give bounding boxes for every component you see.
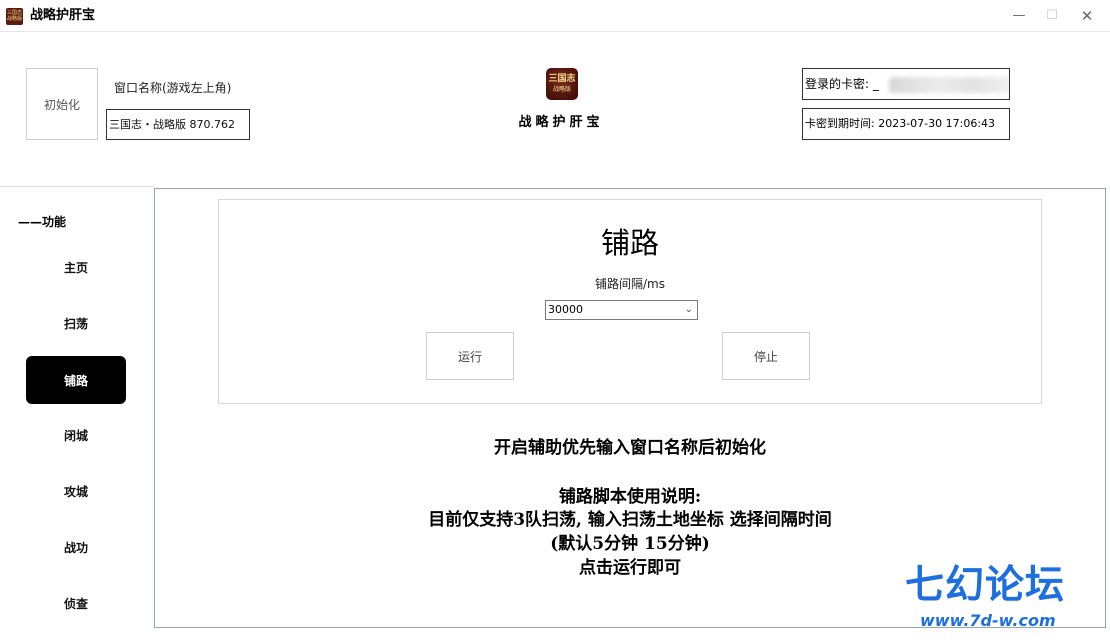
minimize-button[interactable]: — bbox=[1011, 8, 1027, 24]
sidebar-section-header: ——功能 bbox=[18, 215, 67, 229]
sidebar-item-road[interactable]: 铺路 bbox=[26, 356, 126, 404]
close-button[interactable]: ✕ bbox=[1079, 8, 1095, 24]
window-name-input[interactable]: 三国志・战略版 870.762 bbox=[106, 109, 250, 140]
sidebar-item-scout[interactable]: 侦查 bbox=[26, 579, 126, 627]
initialize-button[interactable]: 初始化 bbox=[26, 68, 98, 140]
card-key-label: 登录的卡密: bbox=[805, 77, 870, 91]
center-logo-text-bottom: 战略版 bbox=[552, 86, 571, 93]
expiry-field: 卡密到期时间: 2023-07-30 17:06:43 bbox=[802, 108, 1010, 140]
maximize-button[interactable]: ☐ bbox=[1044, 8, 1060, 24]
instruction-line-1: 开启辅助优先输入窗口名称后初始化 bbox=[494, 438, 766, 458]
sidebar-item-close-city[interactable]: 闭城 bbox=[26, 411, 126, 459]
card-key-redaction bbox=[888, 76, 1009, 93]
interval-select[interactable]: 30000 ⌄ bbox=[545, 300, 698, 320]
instruction-line-2: 铺路脚本使用说明: bbox=[558, 487, 702, 507]
sidebar-item-sweep[interactable]: 扫荡 bbox=[26, 299, 126, 347]
sidebar-divider bbox=[0, 186, 154, 187]
sidebar-item-siege[interactable]: 攻城 bbox=[26, 467, 126, 515]
stop-button[interactable]: 停止 bbox=[722, 332, 810, 380]
interval-label: 铺路间隔/ms bbox=[595, 277, 665, 291]
instruction-line-4: (默认5分钟 15分钟) bbox=[550, 534, 710, 554]
interval-select-value: 30000 bbox=[548, 303, 583, 316]
card-key-value: _ bbox=[872, 77, 879, 91]
card-key-field: 登录的卡密: _ bbox=[802, 68, 1010, 100]
expiry-value: 2023-07-30 17:06:43 bbox=[878, 117, 996, 130]
window-name-label: 窗口名称(游戏左上角) bbox=[114, 81, 232, 95]
run-button[interactable]: 运行 bbox=[426, 332, 514, 380]
title-bar bbox=[0, 0, 1110, 32]
center-logo-icon: 三国志 战略版 bbox=[546, 68, 578, 100]
window-title: 战略护肝宝 bbox=[30, 8, 96, 23]
sidebar-item-home[interactable]: 主页 bbox=[26, 243, 126, 291]
watermark-url: www.7d-w.com bbox=[920, 611, 1056, 630]
feature-title: 铺路 bbox=[600, 226, 659, 260]
sidebar-item-merit[interactable]: 战功 bbox=[26, 523, 126, 571]
watermark-logo: 七幻论坛 bbox=[905, 563, 1066, 608]
center-logo-text-top: 三国志 bbox=[548, 74, 576, 84]
chevron-down-icon: ⌄ bbox=[684, 304, 693, 315]
app-icon-text-bottom: 战略版 bbox=[6, 16, 22, 22]
instruction-line-3: 目前仅支持3队扫荡, 输入扫荡土地坐标 选择间隔时间 bbox=[428, 510, 832, 530]
center-app-title: 战略护肝宝 bbox=[518, 115, 604, 130]
app-logo-icon: 三国志 战略版 bbox=[6, 8, 23, 25]
expiry-label: 卡密到期时间: bbox=[805, 117, 875, 130]
